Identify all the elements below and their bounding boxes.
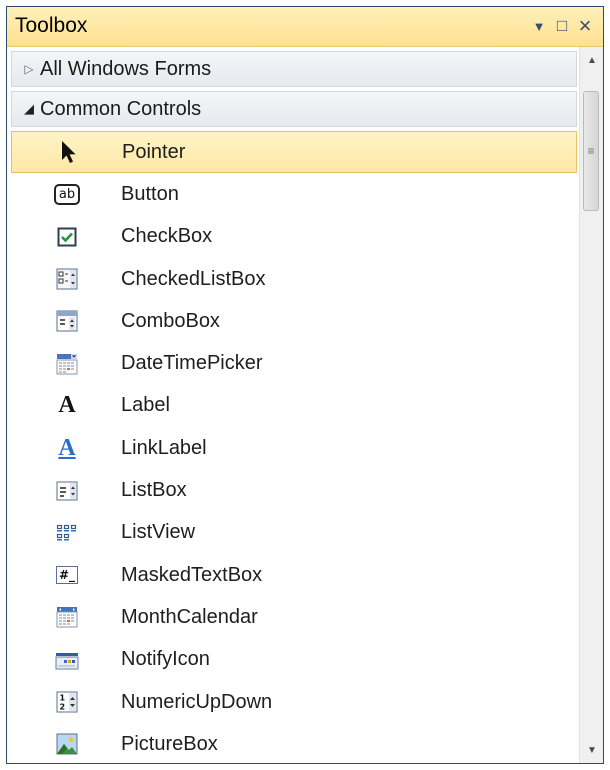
item-label: Pointer [122,140,186,163]
category-common-controls[interactable]: ◢ Common Controls [11,91,577,127]
item-label: LinkLabel [121,436,207,459]
item-label: NumericUpDown [121,690,273,713]
item-label: Label [121,394,170,417]
listbox-icon [53,477,81,505]
button-icon: ab [53,180,81,208]
item-label: MaskedTextBox [121,563,263,586]
item-label: DateTimePicker [121,352,263,375]
toolbox-titlebar[interactable]: Toolbox ▼ □ × [7,7,603,47]
svg-text:2: 2 [60,703,66,712]
thumb-grip-icon: ≡ [587,144,595,158]
maximize-icon[interactable]: □ [551,15,573,37]
toolbox-item-monthcalendar[interactable]: MonthCalendar [11,596,577,638]
scroll-down-arrow-icon[interactable]: ▼ [580,739,604,761]
checkedlistbox-icon [53,265,81,293]
toolbox-item-combobox[interactable]: ComboBox [11,300,577,342]
toolbox-item-datetimepicker[interactable]: DateTimePicker [11,342,577,384]
toolbox-item-numericupdown[interactable]: 12 NumericUpDown [11,681,577,723]
scroll-up-arrow-icon[interactable]: ▲ [580,49,604,71]
item-label: NotifyIcon [121,648,210,671]
toolbox-item-label[interactable]: A Label [11,385,577,427]
numericupdown-icon: 12 [53,688,81,716]
listview-icon [53,519,81,547]
toolbox-item-picturebox[interactable]: PictureBox [11,723,577,763]
toolbox-item-notifyicon[interactable]: NotifyIcon [11,639,577,681]
maskedtextbox-icon-text: #_ [55,566,79,585]
toolbox-content: ▷ All Windows Forms ◢ Common Controls Po… [7,47,603,763]
item-label: MonthCalendar [121,605,258,628]
datetimepicker-icon [53,350,81,378]
category-all-windows-forms[interactable]: ▷ All Windows Forms [11,51,577,87]
window-title: Toolbox [15,14,88,37]
item-label: Button [121,182,179,205]
item-label: PictureBox [121,732,218,755]
combobox-icon [53,307,81,335]
item-label: ListView [121,521,196,544]
item-label: ComboBox [121,309,220,332]
scrollbar-thumb[interactable]: ≡ [583,91,599,211]
toolbox-item-button[interactable]: ab Button [11,173,577,215]
checkbox-icon [53,223,81,251]
expand-arrow-icon[interactable]: ▷ [22,62,36,76]
item-label: ListBox [121,479,187,502]
item-label: CheckedListBox [121,267,266,290]
label-icon: A [53,392,81,420]
svg-text:1: 1 [60,694,66,703]
category-label: Common Controls [40,97,202,120]
close-icon[interactable]: × [574,13,596,38]
toolbox-list: ▷ All Windows Forms ◢ Common Controls Po… [11,51,577,763]
toolbox-item-listbox[interactable]: ListBox [11,469,577,511]
notifyicon-icon [53,646,81,674]
window-position-dropdown-icon[interactable]: ▼ [528,15,550,37]
category-label: All Windows Forms [40,57,212,80]
picturebox-icon [53,730,81,758]
collapse-arrow-icon[interactable]: ◢ [22,101,36,117]
vertical-scrollbar[interactable]: ▲ ≡ ▼ [579,47,603,763]
item-label: CheckBox [121,225,213,248]
linklabel-icon: A [53,434,81,462]
toolbox-window: Toolbox ▼ □ × ▷ All Windows Forms ◢ Comm… [6,6,604,764]
toolbox-item-maskedtextbox[interactable]: #_ MaskedTextBox [11,554,577,596]
pointer-icon [54,138,82,166]
toolbox-item-checkbox[interactable]: CheckBox [11,216,577,258]
button-icon-text: ab [53,183,81,205]
toolbox-item-listview[interactable]: ListView [11,512,577,554]
label-icon-letter: A [58,392,76,419]
maskedtextbox-icon: #_ [53,561,81,589]
linklabel-icon-letter: A [58,434,76,461]
monthcalendar-icon [53,603,81,631]
toolbox-item-pointer[interactable]: Pointer [11,131,577,174]
toolbox-item-checkedlistbox[interactable]: CheckedListBox [11,258,577,300]
toolbox-item-linklabel[interactable]: A LinkLabel [11,427,577,469]
